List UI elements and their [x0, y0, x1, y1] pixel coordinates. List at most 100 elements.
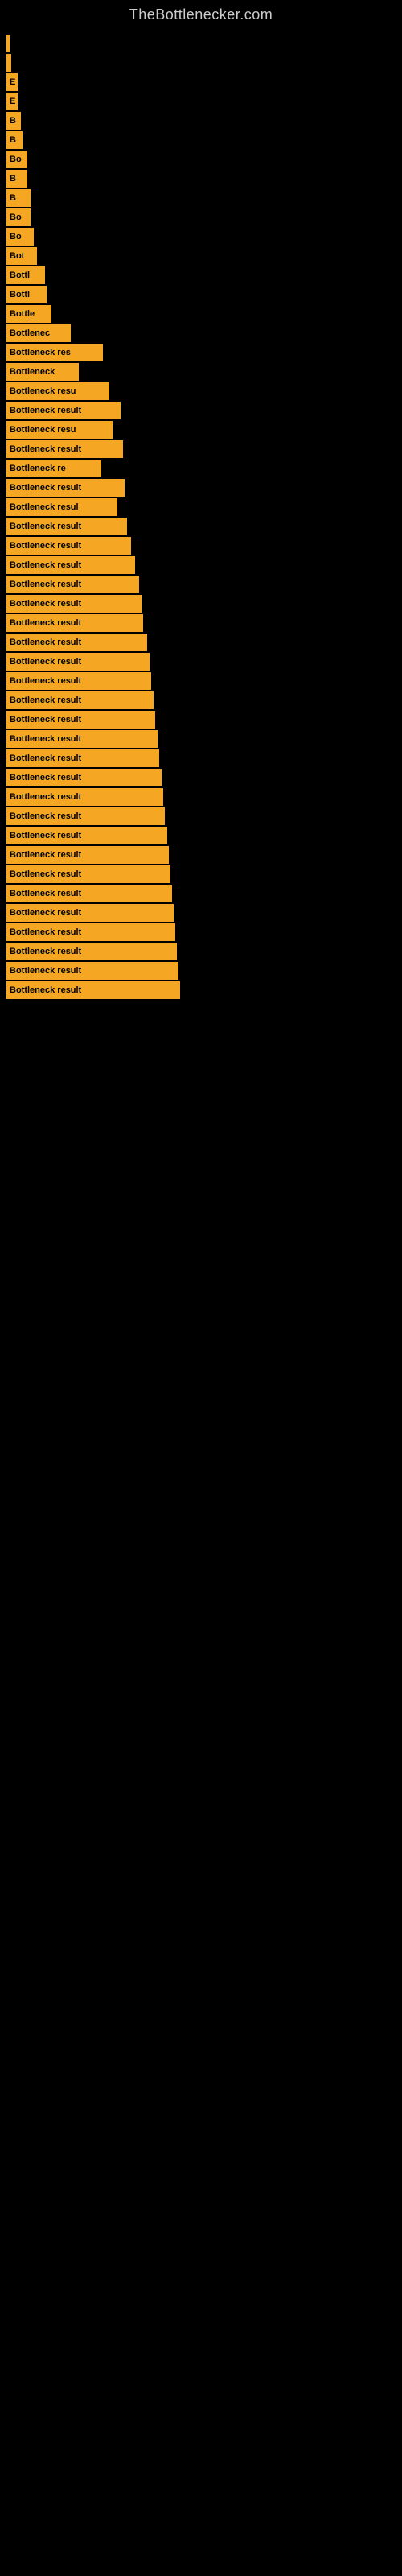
bar: Bottleneck result — [6, 711, 155, 729]
bar-row: Bottleneck result — [6, 923, 402, 941]
bar-row: Bottleneck result — [6, 749, 402, 767]
bar-label: Bottleneck result — [10, 773, 81, 782]
bar: Bottleneck result — [6, 518, 127, 535]
bar-row: Bottleneck — [6, 363, 402, 381]
bar-label: Bottleneck resul — [10, 502, 79, 512]
bar-row: Bo — [6, 228, 402, 246]
bar-label: Bottleneck result — [10, 638, 81, 647]
bar-label: Bottleneck res — [10, 348, 71, 357]
bar-row: Bo — [6, 208, 402, 226]
bar-label: B — [10, 174, 16, 184]
bar: Bottleneck result — [6, 788, 163, 806]
bar: Bottl — [6, 286, 47, 303]
bar: Bottleneck resu — [6, 382, 109, 400]
bar-label: Bottleneck result — [10, 908, 81, 918]
bar: Bottlenec — [6, 324, 71, 342]
bar: Bottleneck result — [6, 556, 135, 574]
bar-label: Bottleneck result — [10, 869, 81, 879]
bar-label: E — [10, 77, 15, 87]
bar-label: Bottleneck result — [10, 831, 81, 840]
bar-label: Bottlenec — [10, 328, 50, 338]
bar-label: Bot — [10, 251, 24, 261]
bar: Bottleneck result — [6, 653, 150, 671]
bar-row: Bottleneck resu — [6, 382, 402, 400]
bar: Bot — [6, 247, 37, 265]
bar: B — [6, 131, 23, 149]
bar-row: B — [6, 189, 402, 207]
bar-label: B — [10, 193, 16, 203]
bar-row: Bo — [6, 151, 402, 168]
bar: Bottleneck result — [6, 402, 121, 419]
bar: Bo — [6, 151, 27, 168]
bar: Bottleneck result — [6, 807, 165, 825]
bar-row: Bottleneck result — [6, 402, 402, 419]
bar-row: Bottleneck result — [6, 595, 402, 613]
bar-label: Bottleneck result — [10, 927, 81, 937]
bar: Bo — [6, 228, 34, 246]
bar: E — [6, 93, 18, 110]
bar: Bottleneck result — [6, 846, 169, 864]
bar: Bottleneck result — [6, 885, 172, 902]
bar-row: Bottl — [6, 266, 402, 284]
bar-row: Bottleneck resul — [6, 498, 402, 516]
bar-label: Bottleneck result — [10, 966, 81, 976]
bar-label: Bottleneck result — [10, 444, 81, 454]
bar-row: Bottleneck result — [6, 788, 402, 806]
bar: Bottleneck resu — [6, 421, 113, 439]
bar-row: Bottleneck result — [6, 962, 402, 980]
bar-row — [6, 54, 402, 72]
bar-row: Bottlenec — [6, 324, 402, 342]
bar: Bottleneck result — [6, 865, 170, 883]
bar-label: B — [10, 116, 16, 126]
bar: B — [6, 170, 27, 188]
bar-row: Bottleneck result — [6, 479, 402, 497]
bar-label: Bottleneck result — [10, 696, 81, 705]
bar-row: Bottleneck result — [6, 634, 402, 651]
bar-label: Bottleneck — [10, 367, 55, 377]
site-title: TheBottlenecker.com — [0, 0, 402, 27]
bar: Bottleneck result — [6, 614, 143, 632]
bar — [6, 35, 10, 52]
bar-row: Bottleneck result — [6, 440, 402, 458]
bar-row: Bottle — [6, 305, 402, 323]
bar-row: Bottleneck result — [6, 556, 402, 574]
bar-row: Bottleneck result — [6, 711, 402, 729]
bar: Bottleneck result — [6, 691, 154, 709]
bar: B — [6, 112, 21, 130]
bar-label: Bottleneck resu — [10, 386, 76, 396]
bar: Bottleneck result — [6, 576, 139, 593]
bar-label: Bo — [10, 155, 22, 164]
bar-label: Bottleneck re — [10, 464, 66, 473]
bar-label: Bottleneck result — [10, 753, 81, 763]
bar-label: Bottleneck result — [10, 850, 81, 860]
bar: Bottl — [6, 266, 45, 284]
bar-row: Bottleneck result — [6, 518, 402, 535]
bar — [6, 54, 11, 72]
bar: Bottleneck — [6, 363, 79, 381]
bar: Bottle — [6, 305, 51, 323]
bar-label: Bottleneck result — [10, 947, 81, 956]
bar-row — [6, 35, 402, 52]
bar-label: Bottleneck result — [10, 541, 81, 551]
bar: E — [6, 73, 18, 91]
bar-label: Bottleneck result — [10, 792, 81, 802]
bar-row: Bottleneck result — [6, 865, 402, 883]
bar-row: E — [6, 93, 402, 110]
bar-row: Bottleneck result — [6, 904, 402, 922]
bar-label: Bottleneck result — [10, 715, 81, 724]
bar-label: Bottle — [10, 309, 35, 319]
bar-label: Bottleneck result — [10, 811, 81, 821]
bar: Bottleneck result — [6, 769, 162, 786]
bar-row: Bottleneck result — [6, 885, 402, 902]
bar-label: Bottleneck result — [10, 889, 81, 898]
bar-label: Bottleneck result — [10, 734, 81, 744]
bar-row: Bottleneck result — [6, 672, 402, 690]
bar-label: B — [10, 135, 16, 145]
bar: Bottleneck res — [6, 344, 103, 361]
bars-container: EEBBBoBBBoBoBotBottlBottlBottleBottlenec… — [0, 27, 402, 1001]
bar-row: Bottleneck re — [6, 460, 402, 477]
bar: Bottleneck result — [6, 672, 151, 690]
bar-label: Bo — [10, 232, 22, 242]
bar-row: Bottleneck result — [6, 537, 402, 555]
bar: Bottleneck result — [6, 827, 167, 844]
